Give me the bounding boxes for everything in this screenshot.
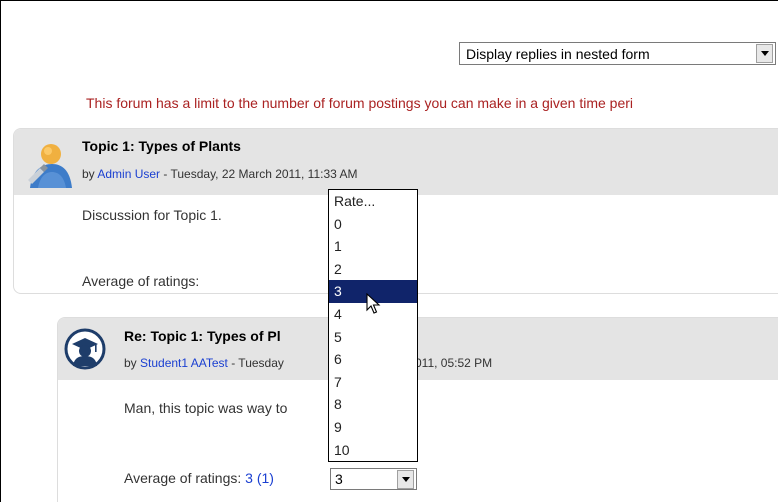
posting-limit-notice: This forum has a limit to the number of … [86,95,634,111]
average-ratings-label: Average of ratings: 3 (1) [124,470,274,486]
admin-user-avatar-icon[interactable] [24,142,74,190]
rating-option[interactable]: 10 [329,439,417,462]
rating-option[interactable]: 7 [329,371,417,394]
rating-option[interactable]: 0 [329,213,417,236]
forum-page: Display replies in nested form This foru… [0,0,778,502]
display-mode-value: Display replies in nested form [466,45,650,62]
post-title: Re: Topic 1: Types of Pl [124,328,281,344]
rating-dropdown-list[interactable]: Rate... 0 1 2 3 4 5 6 7 8 9 10 [328,189,418,462]
post-date-tail: 011, 05:52 PM [415,356,493,370]
rating-select-value: 3 [335,471,343,487]
rating-option[interactable]: 9 [329,416,417,439]
byline-prefix: by [124,356,141,370]
average-ratings-link[interactable]: 3 (1) [245,470,274,486]
post-date: - Tuesday, 22 March 2011, 11:33 AM [160,167,358,181]
post-message: Man, this topic was way to [124,400,288,416]
display-mode-select[interactable]: Display replies in nested form [459,42,776,65]
rating-option[interactable]: 5 [329,326,417,349]
average-ratings-text: Average of ratings: [124,470,246,486]
post-header: Topic 1: Types of Plants by Admin User -… [14,129,778,195]
average-ratings-label: Average of ratings: [82,273,200,289]
rating-select[interactable]: 3 [330,468,417,490]
byline-prefix: by [82,167,98,181]
author-link[interactable]: Student1 AATest [140,356,228,370]
post-date: - Tuesday [227,356,284,370]
chevron-down-icon[interactable] [756,44,773,63]
author-link[interactable]: Admin User [97,167,160,181]
rating-option[interactable]: 2 [329,258,417,281]
rating-option[interactable]: 1 [329,235,417,258]
post-message: Discussion for Topic 1. [82,207,222,223]
post-title: Topic 1: Types of Plants [82,138,241,154]
rating-option[interactable]: 8 [329,393,417,416]
post-byline: by Student1 AATest - Tuesday [124,356,284,370]
rating-option[interactable]: Rate... [329,190,417,213]
graduate-student-avatar-icon[interactable] [64,328,106,370]
post-byline: by Admin User - Tuesday, 22 March 2011, … [82,167,358,181]
chevron-down-icon[interactable] [397,469,414,489]
mouse-pointer-icon [366,293,381,314]
rating-option[interactable]: 6 [329,348,417,371]
